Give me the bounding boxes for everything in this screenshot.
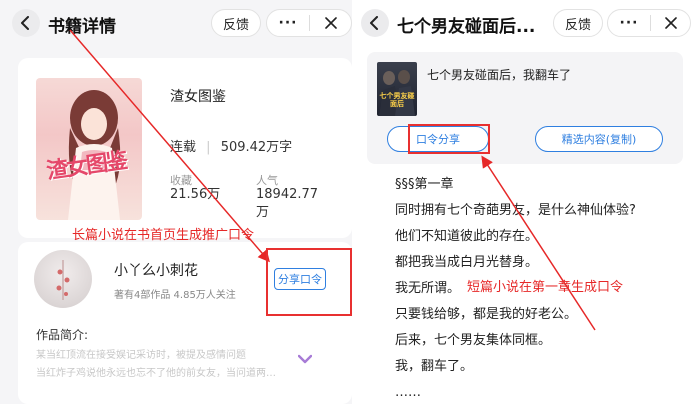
feedback-button[interactable]: 反馈	[211, 9, 261, 37]
author-meta: 著有4部作品 4.85万人关注	[114, 290, 236, 301]
share-card-title: 七个男友碰面后，我翻车了	[427, 68, 572, 82]
intro-text-line-1: 某当红顶流在接受娱记采访时，被提及感情问题	[36, 350, 246, 361]
book-info-card: 渣女图鉴 渣女图鉴 连载 | 509.42万字 收藏 21.56万 人气 189…	[18, 58, 352, 238]
feedback-button[interactable]: 反馈	[553, 9, 603, 37]
chevron-left-icon	[370, 16, 378, 30]
top-bar: 书籍详情 反馈 ···	[0, 0, 352, 46]
back-button[interactable]	[361, 9, 389, 37]
more-button[interactable]: ···	[608, 15, 650, 31]
close-icon	[324, 17, 337, 29]
chapter-line: 都把我当成白月光替身。	[395, 255, 539, 270]
book-cover[interactable]: 七个男友碰面后	[377, 62, 417, 116]
author-name[interactable]: 小丫么小刺花	[114, 260, 198, 280]
word-count: 509.42万字	[220, 140, 293, 155]
intro-text-line-2: 当红炸子鸡说他永远也忘不了他的前女友，当问道两…	[36, 368, 276, 379]
copy-excerpt-button[interactable]: 精选内容(复制)	[535, 126, 663, 152]
chapter-line: 同时拥有七个奇葩男友，是什么神仙体验?	[395, 203, 636, 218]
more-button[interactable]: ···	[267, 15, 309, 31]
chapter-line: 只要钱给够，都是我的好老公。	[395, 307, 578, 322]
miniprogram-capsule: ···	[266, 9, 352, 37]
book-cover[interactable]: 渣女图鉴	[36, 78, 142, 220]
serial-status: 连载	[170, 140, 197, 155]
chapter-line: §§§第一章	[395, 177, 454, 192]
top-bar: 七个男友碰面后... 反馈 ···	[357, 0, 692, 46]
close-button[interactable]	[651, 17, 690, 29]
chapter-line: 他们不知道彼此的存在。	[395, 229, 539, 244]
intro-label: 作品简介:	[36, 328, 89, 342]
reader-screen: 七个男友碰面后... 反馈 ··· 七个男友碰面后 七个男友碰面后，我翻车了 口…	[357, 0, 692, 404]
chapter-line: 我，翻车了。	[395, 359, 474, 374]
popularity-value: 18942.77 万	[256, 186, 318, 222]
back-button[interactable]	[12, 9, 40, 37]
collections-value: 21.56万	[170, 187, 221, 202]
chapter-line: 后来，七个男友集体同框。	[395, 333, 552, 348]
popularity-value-number: 18942.77	[256, 187, 319, 202]
page-title: 七个男友碰面后...	[397, 17, 536, 37]
miniprogram-capsule: ···	[607, 9, 691, 37]
annotation-highlight-box	[408, 124, 490, 154]
avatar-illustration	[56, 260, 70, 300]
chevron-left-icon	[21, 16, 29, 30]
annotation-highlight-box	[266, 248, 352, 316]
page-title: 书籍详情	[48, 17, 116, 37]
close-icon	[664, 17, 677, 29]
book-status-row: 连载 | 509.42万字	[170, 136, 292, 155]
book-detail-screen: 书籍详情 反馈 ··· 渣女图鉴 渣女图鉴 连载 | 509.42万字 收藏 2…	[0, 0, 352, 404]
book-title: 渣女图鉴	[170, 89, 226, 105]
annotation-text: 短篇小说在第一章生成口令	[467, 280, 624, 295]
annotation-text: 长篇小说在书首页生成推广口令	[72, 228, 255, 243]
status-divider: |	[206, 140, 211, 155]
close-button[interactable]	[310, 17, 351, 29]
cover-title-text: 七个男友碰面后	[379, 92, 415, 108]
chapter-line: ……	[395, 385, 421, 400]
chevron-down-icon[interactable]	[298, 354, 312, 364]
avatar[interactable]	[34, 250, 92, 308]
popularity-value-unit: 万	[256, 205, 270, 220]
